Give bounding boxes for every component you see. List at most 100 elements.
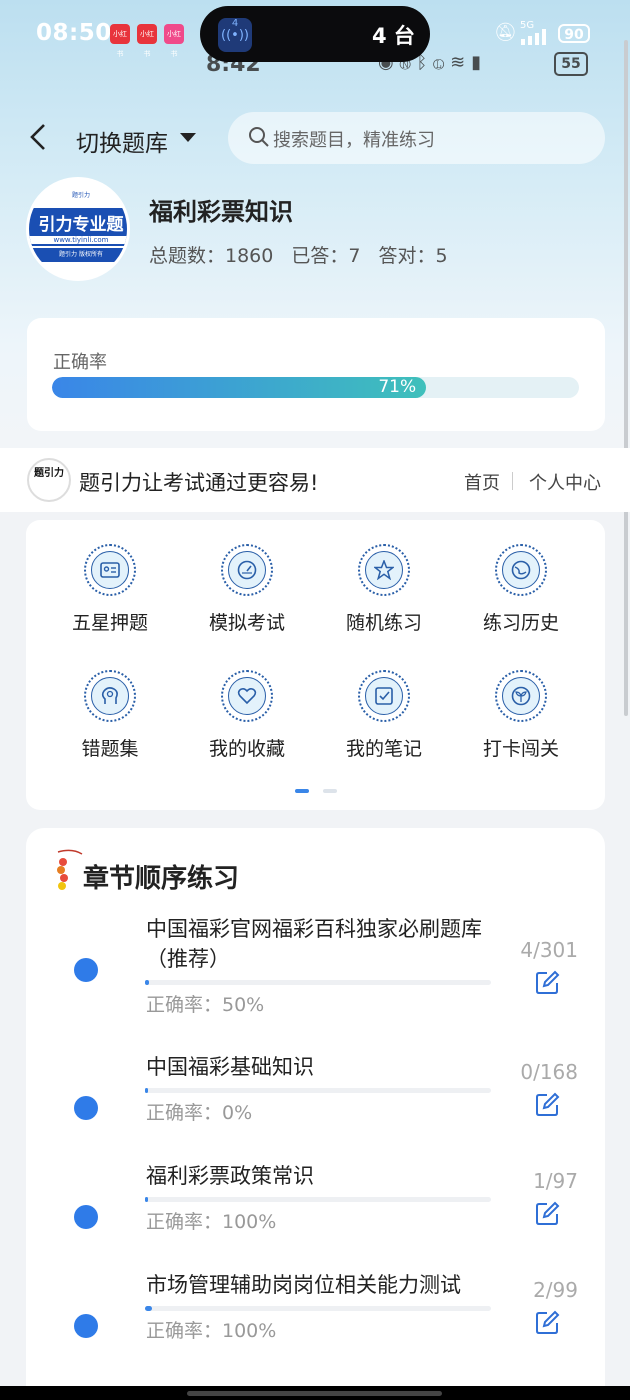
chapter-bullet	[74, 1205, 98, 1229]
random-star-icon	[374, 560, 394, 580]
xiaohongshu-app-icon: 小红书	[137, 24, 157, 58]
firecracker-icon	[57, 849, 83, 890]
chapter-count: 4/301	[520, 938, 578, 962]
chapter-name: 福利彩票政策常识	[146, 1164, 314, 1188]
chapter-bullet	[74, 958, 98, 982]
grid-icon-frame	[495, 670, 547, 722]
chapter-accuracy: 正确率：50%	[146, 994, 265, 1016]
signal-icon	[521, 29, 546, 45]
accuracy-progress-fill: 71%	[52, 377, 427, 398]
chapter-name: 市场管理辅助岗岗位相关能力测试	[146, 1273, 461, 1297]
grid-item-label: 错题集	[81, 738, 139, 760]
home-indicator[interactable]	[187, 1391, 442, 1396]
signal-waves-icon: ((•))	[221, 28, 249, 43]
xiaohongshu-app-icon: 小红书	[110, 24, 130, 58]
back-button[interactable]	[28, 122, 50, 152]
chevron-left-icon	[30, 124, 45, 150]
grid-item-label: 我的笔记	[345, 738, 422, 760]
cast-icon: 4 ((•))	[218, 18, 252, 52]
home-link[interactable]: 首页	[464, 469, 500, 495]
chapter-name: 中国福彩官网福彩百科独家必刷题库（推荐）	[146, 917, 482, 971]
note-check-icon	[375, 687, 393, 705]
divider	[512, 472, 513, 490]
history-globe-icon	[511, 560, 531, 580]
search-placeholder[interactable]: 搜索题目，精准练习	[273, 126, 435, 152]
grid-icon-frame	[84, 544, 136, 596]
scrollbar[interactable]	[624, 40, 628, 716]
edit-icon[interactable]	[534, 1310, 560, 1340]
id-card-icon	[100, 562, 120, 578]
accuracy-value: 71%	[378, 377, 417, 397]
grid-item-mistakes[interactable]: 错题集	[50, 670, 170, 761]
accuracy-card	[27, 318, 605, 431]
brand-logo: 题引力	[27, 458, 71, 502]
grid-icon-frame	[358, 670, 410, 722]
switch-bank-label[interactable]: 切换题库	[76, 124, 168, 158]
edit-icon[interactable]	[534, 1201, 560, 1231]
chapter-progress-track	[145, 1306, 491, 1311]
grid-item-checkin[interactable]: 打卡闯关	[461, 670, 581, 761]
bank-stats: 总题数：1860 已答：7 答对：5	[149, 241, 466, 268]
mute-icon: 🔕︎	[494, 22, 517, 43]
grid-icon-frame	[84, 670, 136, 722]
grid-item-label: 随机练习	[345, 612, 422, 634]
page-indicator[interactable]	[323, 789, 337, 793]
chapter-section-title: 章节顺序练习	[83, 864, 240, 894]
grid-item-history[interactable]: 练习历史	[461, 544, 581, 635]
chapter-progress-fill	[145, 1088, 149, 1093]
gauge-icon	[237, 560, 257, 580]
chapter-progress-fill	[145, 980, 150, 985]
logo-title: 引力专业题	[38, 215, 124, 235]
island-text: 4 台	[372, 24, 415, 48]
chapter-section	[26, 828, 605, 1388]
grid-item-notes[interactable]: 我的笔记	[324, 670, 444, 761]
chapter-count: 2/99	[533, 1278, 578, 1302]
logo-copyright: 题引力 版权所有	[29, 248, 127, 262]
grid-item-mock-exam[interactable]: 模拟考试	[187, 544, 307, 635]
bank-title: 福利彩票知识	[149, 198, 293, 226]
battery-icon: 90	[558, 24, 590, 43]
chapter-progress-track	[145, 1088, 491, 1093]
edit-icon[interactable]	[534, 1092, 560, 1122]
chapter-bullet	[74, 1096, 98, 1120]
logo-top-text: 题引力	[71, 192, 90, 199]
slogan-text: 题引力让考试通过更容易!	[79, 471, 319, 495]
brain-head-icon	[101, 687, 118, 704]
grid-icon-frame	[495, 544, 547, 596]
accuracy-progress-track: 71%	[52, 377, 579, 398]
profile-link[interactable]: 个人中心	[529, 469, 601, 495]
grid-icon-frame	[221, 544, 273, 596]
grid-icon-frame	[358, 544, 410, 596]
grid-item-five-star[interactable]: 五星押题	[50, 544, 170, 635]
correct-count: 答对：5	[378, 245, 448, 267]
edit-icon[interactable]	[534, 970, 560, 1000]
grid-item-random[interactable]: 随机练习	[324, 544, 444, 635]
logo-url: www.tiyinli.com	[29, 236, 127, 244]
grid-item-label: 模拟考试	[208, 612, 285, 634]
grid-item-label: 练习历史	[482, 612, 559, 634]
grid-icon-frame	[221, 670, 273, 722]
grid-item-favorites[interactable]: 我的收藏	[187, 670, 307, 761]
grid-item-label: 我的收藏	[208, 738, 285, 760]
answered-count: 已答：7	[291, 245, 361, 267]
chapter-count: 0/168	[520, 1060, 578, 1084]
chapter-progress-fill	[145, 1306, 152, 1311]
grid-item-label: 五星押题	[71, 612, 148, 634]
chapter-accuracy: 正确率：100%	[146, 1320, 277, 1342]
ghost-battery: 55	[554, 52, 588, 76]
chapter-accuracy: 正确率：0%	[146, 1102, 253, 1124]
search-icon	[249, 127, 269, 147]
chapter-name: 中国福彩基础知识	[146, 1055, 314, 1079]
chapter-accuracy: 正确率：100%	[146, 1211, 277, 1233]
chapter-progress-track	[145, 1197, 491, 1202]
heart-icon	[237, 687, 257, 705]
status-time: 08:50	[36, 20, 112, 46]
accuracy-label: 正确率	[53, 352, 107, 373]
grid-item-label: 打卡闯关	[482, 738, 559, 760]
caret-down-icon[interactable]	[180, 128, 196, 147]
total-count: 总题数：1860	[149, 245, 274, 267]
chapter-bullet	[74, 1314, 98, 1338]
page-indicator-active[interactable]	[295, 789, 309, 793]
chapter-progress-fill	[145, 1197, 149, 1202]
xiaohongshu-app-icon: 小红书	[164, 24, 184, 58]
